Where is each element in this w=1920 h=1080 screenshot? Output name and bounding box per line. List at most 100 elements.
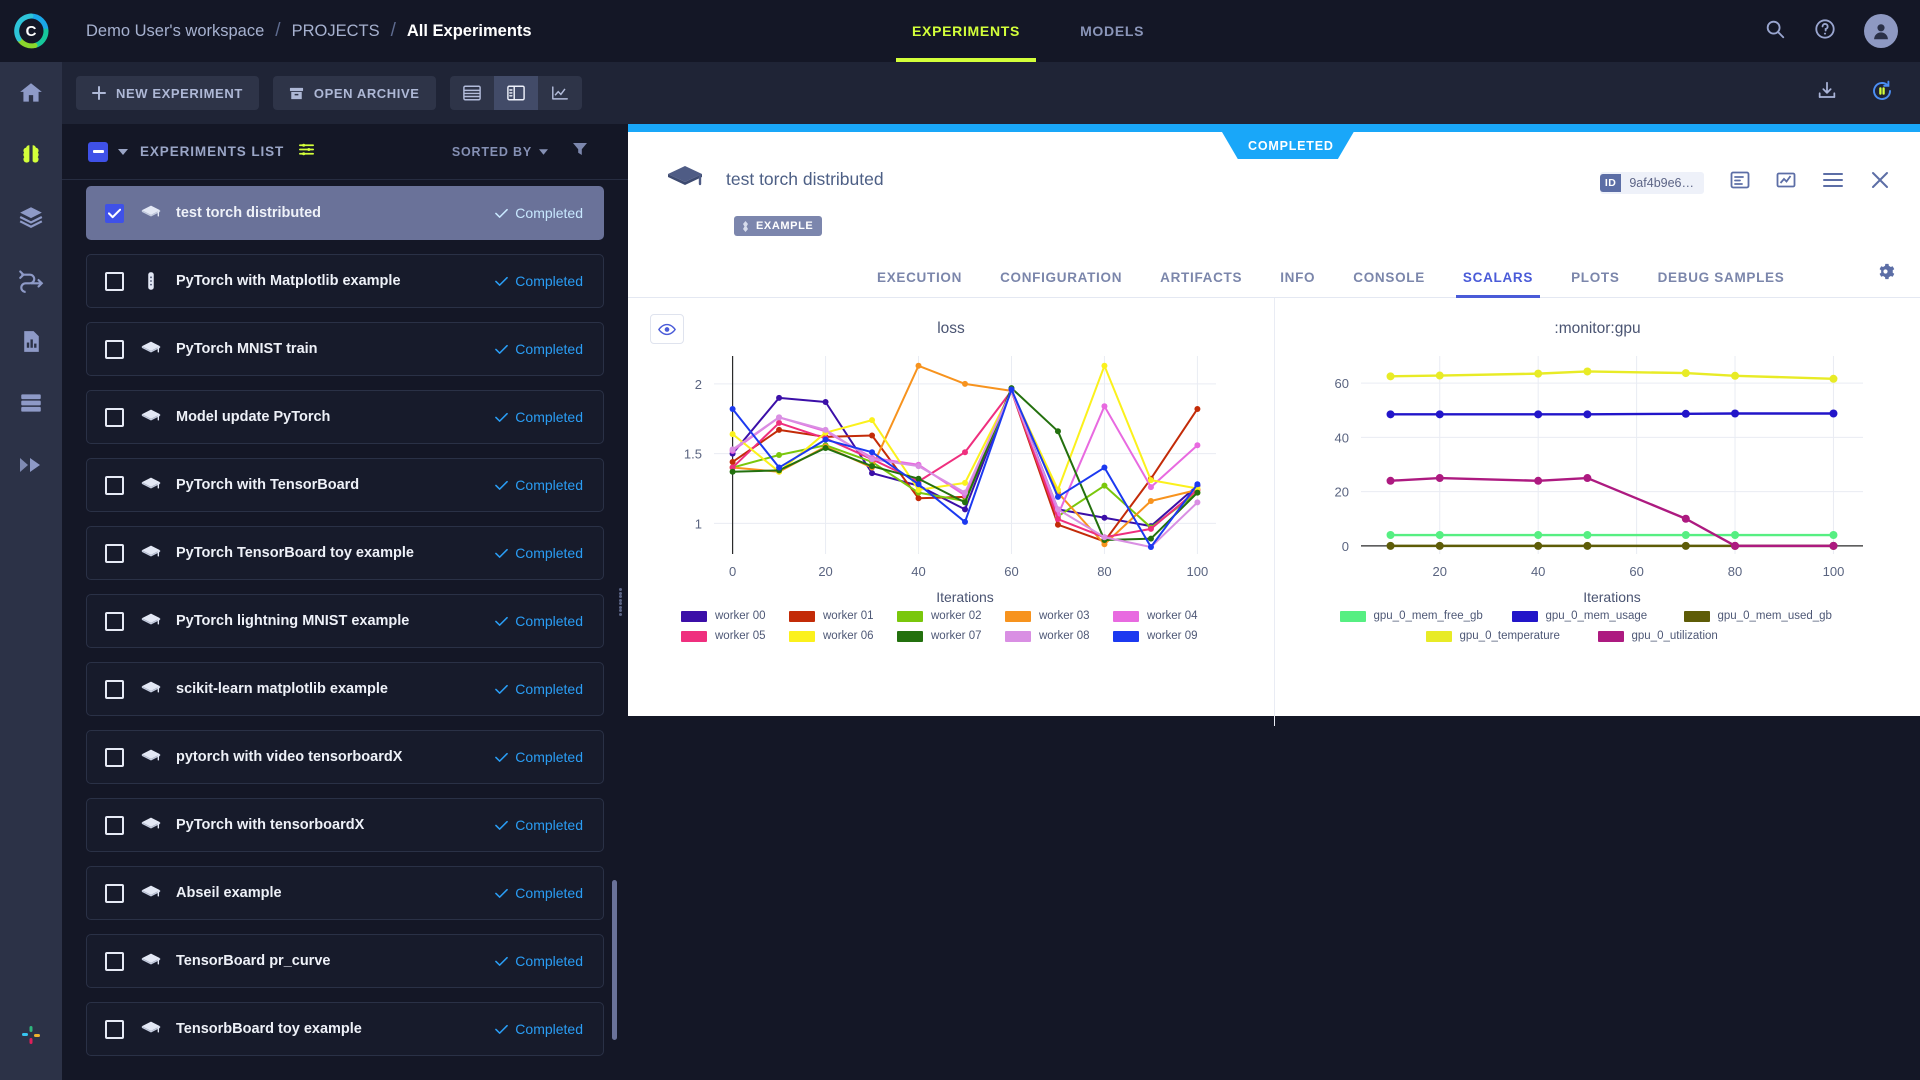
list-item[interactable]: pytorch with video tensorboardX Completed <box>86 730 604 784</box>
list-item-label: PyTorch MNIST train <box>176 341 318 357</box>
row-checkbox[interactable] <box>105 951 124 971</box>
tab-models[interactable]: MODELS <box>1050 0 1174 62</box>
row-checkbox[interactable] <box>105 543 124 563</box>
legend-label: worker 02 <box>931 610 982 622</box>
legend-color-swatch <box>1511 610 1538 622</box>
list-item[interactable]: Abseil example Completed <box>86 866 604 920</box>
row-checkbox[interactable] <box>105 679 124 699</box>
plots-panel-icon[interactable] <box>1776 170 1796 195</box>
legend-item[interactable]: worker 04 <box>1113 610 1221 622</box>
row-checkbox[interactable] <box>105 883 124 903</box>
sidebar-item-pipelines[interactable] <box>0 248 62 310</box>
list-scrollbar[interactable] <box>612 880 617 1040</box>
list-item[interactable]: PyTorch with TensorBoard Completed <box>86 458 604 512</box>
list-item[interactable]: PyTorch MNIST train Completed <box>86 322 604 376</box>
download-icon[interactable] <box>1816 80 1838 107</box>
chart-monitor-gpu: :monitor:gpu 0 20 40 60 20 40 60 80 100 Iteration… <box>1274 298 1920 726</box>
split-view-icon[interactable] <box>493 76 538 110</box>
list-item[interactable]: PyTorch with tensorboardX Completed <box>86 798 604 852</box>
open-archive-button[interactable]: OPEN ARCHIVE <box>272 76 436 110</box>
new-experiment-button[interactable]: NEW EXPERIMENT <box>76 76 259 110</box>
legend-item[interactable]: worker 09 <box>1113 630 1221 642</box>
funnel-filter-icon[interactable] <box>572 141 588 162</box>
legend-label: gpu_0_temperature <box>1459 630 1560 642</box>
breadcrumb-separator: / <box>390 20 396 41</box>
select-all-checkbox[interactable] <box>88 141 108 162</box>
legend-item[interactable]: gpu_0_mem_used_gb <box>1683 610 1856 622</box>
sidebar-item-fast-forward[interactable] <box>0 434 62 496</box>
sidebar-item-home[interactable] <box>0 62 62 124</box>
row-checkbox[interactable] <box>105 203 124 223</box>
list-item[interactable]: PyTorch with Matplotlib example Completed <box>86 254 604 308</box>
legend-color-swatch <box>789 630 815 642</box>
legend-item[interactable]: worker 00 <box>681 610 789 622</box>
breadcrumb-workspace[interactable]: Demo User's workspace <box>86 22 264 41</box>
list-item[interactable]: PyTorch lightning MNIST example Completed <box>86 594 604 648</box>
row-checkbox[interactable] <box>105 611 124 631</box>
sorted-by-button[interactable]: SORTED BY <box>452 145 548 159</box>
sidebar-item-projects-brain[interactable] <box>0 124 62 186</box>
user-avatar-icon[interactable] <box>1864 14 1898 48</box>
legend-item[interactable]: gpu_0_mem_free_gb <box>1339 610 1512 622</box>
tab-console[interactable]: CONSOLE <box>1334 270 1444 297</box>
row-checkbox[interactable] <box>105 407 124 427</box>
sidebar-item-resources[interactable] <box>0 372 62 434</box>
row-checkbox[interactable] <box>105 475 124 495</box>
table-view-icon[interactable] <box>450 76 494 110</box>
list-item[interactable]: test torch distributed Completed <box>86 186 604 240</box>
filter-sliders-icon[interactable] <box>298 141 315 163</box>
list-item[interactable]: PyTorch TensorBoard toy example Completed <box>86 526 604 580</box>
legend-item[interactable]: worker 07 <box>897 630 1005 642</box>
app-logo[interactable]: C <box>0 0 62 62</box>
list-item[interactable]: TensorBoard pr_curve Completed <box>86 934 604 988</box>
sidebar-item-datasets[interactable] <box>0 186 62 248</box>
tab-configuration[interactable]: CONFIGURATION <box>981 270 1141 297</box>
legend-label: worker 04 <box>1147 610 1198 622</box>
legend-item[interactable]: worker 02 <box>897 610 1005 622</box>
slack-icon[interactable] <box>0 1004 62 1066</box>
sidebar-item-reports[interactable] <box>0 310 62 372</box>
tab-scalars[interactable]: SCALARS <box>1444 270 1552 298</box>
tab-debug-samples[interactable]: DEBUG SAMPLES <box>1639 270 1804 297</box>
menu-icon[interactable] <box>1822 171 1844 194</box>
legend-item[interactable]: gpu_0_temperature <box>1425 630 1598 642</box>
tab-info[interactable]: INFO <box>1261 270 1334 297</box>
legend-item[interactable]: worker 05 <box>681 630 789 642</box>
experiment-id-badge[interactable]: ID 9af4b9e6… <box>1599 171 1704 194</box>
chart-title-gpu: :monitor:gpu <box>1554 320 1641 337</box>
close-icon[interactable] <box>1870 170 1890 195</box>
list-item[interactable]: scikit-learn matplotlib example Completed <box>86 662 604 716</box>
experiment-tag[interactable]: EXAMPLE <box>734 216 823 236</box>
auto-refresh-paused-icon[interactable] <box>1870 79 1894 108</box>
status-badge: Completed <box>495 885 583 901</box>
legend-item[interactable]: worker 01 <box>789 610 897 622</box>
plot-area-gpu[interactable]: 0 20 40 60 20 40 60 80 100 Iterations <box>1275 338 1920 606</box>
help-icon[interactable] <box>1814 18 1836 45</box>
gear-icon[interactable] <box>1875 261 1896 287</box>
list-item[interactable]: Model update PyTorch Completed <box>86 390 604 444</box>
row-checkbox[interactable] <box>105 747 124 767</box>
breadcrumb-projects[interactable]: PROJECTS <box>292 22 380 41</box>
tab-experiments[interactable]: EXPERIMENTS <box>882 0 1050 62</box>
legend-item[interactable]: worker 06 <box>789 630 897 642</box>
details-panel-icon[interactable] <box>1730 170 1750 195</box>
legend-item[interactable]: worker 03 <box>1005 610 1113 622</box>
list-item[interactable]: TensorbBoard toy example Completed <box>86 1002 604 1056</box>
legend-item[interactable]: gpu_0_mem_usage <box>1511 610 1684 622</box>
row-checkbox[interactable] <box>105 271 124 291</box>
plot-area-loss[interactable]: 1 1.5 2 0 20 40 60 80 100 Iterations <box>628 338 1274 606</box>
row-checkbox[interactable] <box>105 815 124 835</box>
experiments-list-scroll[interactable]: test torch distributed Completed PyTorch w… <box>62 180 628 1080</box>
row-checkbox[interactable] <box>105 339 124 359</box>
legend-item[interactable]: gpu_0_utilization <box>1597 630 1770 642</box>
legend-item[interactable]: worker 08 <box>1005 630 1113 642</box>
tab-artifacts[interactable]: ARTIFACTS <box>1141 270 1261 297</box>
tab-plots[interactable]: PLOTS <box>1552 270 1639 297</box>
experiments-list-panel: EXPERIMENTS LIST SORTED BY test torch di… <box>62 124 628 1080</box>
chevron-down-icon[interactable] <box>118 148 128 155</box>
compare-chart-view-icon[interactable] <box>538 76 582 110</box>
panel-resize-handle[interactable] <box>618 588 627 616</box>
search-icon[interactable] <box>1764 18 1786 45</box>
row-checkbox[interactable] <box>105 1019 124 1039</box>
tab-execution[interactable]: EXECUTION <box>858 270 981 297</box>
